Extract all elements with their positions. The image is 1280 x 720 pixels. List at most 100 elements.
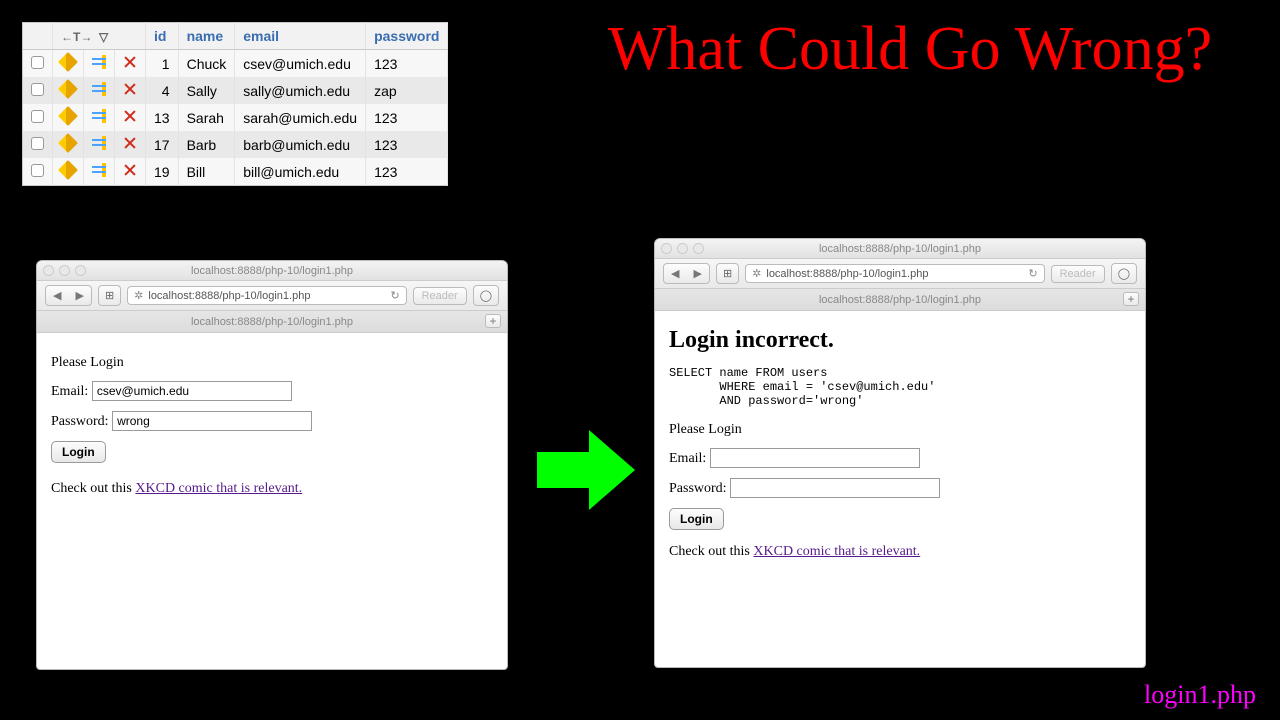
browser-toolbar: ◀▶ ⊞ ✲ localhost:8888/php-10/login1.php … [37,281,507,311]
window-titlebar: localhost:8888/php-10/login1.php [37,261,507,281]
reload-icon[interactable]: ↻ [1028,267,1037,280]
insert-icon[interactable] [92,109,106,123]
slide-title: What Could Go Wrong? [560,14,1260,85]
users-table: ←T→ ▽ id name email password 1Chuckcsev@… [22,22,448,186]
nav-back-forward[interactable]: ◀▶ [45,285,92,306]
traffic-lights[interactable] [43,265,86,276]
browser-window-before: localhost:8888/php-10/login1.php ◀▶ ⊞ ✲ … [36,260,508,670]
page-body-after: Login incorrect. SELECT name FROM users … [655,311,1145,582]
delete-icon[interactable] [123,55,137,69]
cell-email: csev@umich.edu [235,50,366,78]
downloads-button[interactable]: ◯ [473,285,499,306]
password-label: Password: [51,414,109,429]
edit-icon[interactable] [58,106,78,126]
arrow-right-icon [537,430,635,510]
login-button[interactable]: Login [51,441,106,463]
xkcd-link[interactable]: XKCD comic that is relevant. [135,481,302,496]
cell-password: 123 [366,104,448,131]
nav-back-forward[interactable]: ◀▶ [663,263,710,284]
row-checkbox[interactable] [31,137,44,150]
col-email[interactable]: email [235,23,366,50]
cell-name: Sarah [178,104,235,131]
footer-text: Check out this [51,481,135,496]
traffic-lights[interactable] [661,243,704,254]
window-title: localhost:8888/php-10/login1.php [819,243,981,255]
browser-window-after: localhost:8888/php-10/login1.php ◀▶ ⊞ ✲ … [654,238,1146,668]
email-input[interactable] [710,448,920,468]
cell-id: 4 [146,77,179,104]
edit-icon[interactable] [58,160,78,180]
footer-text: Check out this [669,544,753,559]
table-row: 19Billbill@umich.edu123 [23,158,448,186]
edit-icon[interactable] [58,133,78,153]
edit-icon[interactable] [58,79,78,99]
cell-name: Barb [178,131,235,158]
cell-password: 123 [366,158,448,186]
url-text: localhost:8888/php-10/login1.php [148,290,310,302]
bookmarks-button[interactable]: ⊞ [98,285,121,306]
new-tab-button[interactable]: + [1123,292,1139,306]
reload-icon[interactable]: ↻ [390,289,399,302]
cell-email: sally@umich.edu [235,77,366,104]
insert-icon[interactable] [92,136,106,150]
table-row: 1Chuckcsev@umich.edu123 [23,50,448,78]
slide-footer: login1.php [1144,680,1256,710]
cell-name: Bill [178,158,235,186]
browser-toolbar: ◀▶ ⊞ ✲ localhost:8888/php-10/login1.php … [655,259,1145,289]
table-row: 13Sarahsarah@umich.edu123 [23,104,448,131]
tab-bar: localhost:8888/php-10/login1.php + [655,289,1145,311]
cell-password: 123 [366,50,448,78]
col-id[interactable]: id [146,23,179,50]
table-row: 4Sallysally@umich.eduzap [23,77,448,104]
cell-name: Chuck [178,50,235,78]
cell-id: 13 [146,104,179,131]
row-checkbox[interactable] [31,83,44,96]
insert-icon[interactable] [92,163,106,177]
password-label: Password: [669,481,727,496]
reader-button[interactable]: Reader [413,287,467,305]
login-incorrect-heading: Login incorrect. [669,327,1131,354]
delete-icon[interactable] [123,136,137,150]
url-bar[interactable]: ✲ localhost:8888/php-10/login1.php ↻ [127,286,406,305]
cell-id: 1 [146,50,179,78]
insert-icon[interactable] [92,82,106,96]
xkcd-link[interactable]: XKCD comic that is relevant. [753,544,920,559]
delete-icon[interactable] [123,163,137,177]
col-checkbox [23,23,53,50]
cell-email: bill@umich.edu [235,158,366,186]
delete-icon[interactable] [123,109,137,123]
row-checkbox[interactable] [31,56,44,69]
edit-icon[interactable] [58,52,78,72]
delete-icon[interactable] [123,82,137,96]
tab-title[interactable]: localhost:8888/php-10/login1.php [191,316,353,328]
window-title: localhost:8888/php-10/login1.php [191,265,353,277]
insert-icon[interactable] [92,55,106,69]
site-icon: ✲ [134,289,143,302]
email-label: Email: [51,384,88,399]
url-text: localhost:8888/php-10/login1.php [766,268,928,280]
email-input[interactable] [92,381,292,401]
email-label: Email: [669,451,706,466]
url-bar[interactable]: ✲ localhost:8888/php-10/login1.php ↻ [745,264,1044,283]
please-login-text: Please Login [51,355,493,371]
downloads-button[interactable]: ◯ [1111,263,1137,284]
cell-password: 123 [366,131,448,158]
cell-email: barb@umich.edu [235,131,366,158]
row-checkbox[interactable] [31,164,44,177]
password-input[interactable] [112,411,312,431]
col-password[interactable]: password [366,23,448,50]
col-sort: ←T→ ▽ [53,23,146,50]
password-input[interactable] [730,478,940,498]
login-button[interactable]: Login [669,508,724,530]
bookmarks-button[interactable]: ⊞ [716,263,739,284]
row-checkbox[interactable] [31,110,44,123]
reader-button[interactable]: Reader [1051,265,1105,283]
window-titlebar: localhost:8888/php-10/login1.php [655,239,1145,259]
cell-password: zap [366,77,448,104]
new-tab-button[interactable]: + [485,314,501,328]
tab-title[interactable]: localhost:8888/php-10/login1.php [819,294,981,306]
table-row: 17Barbbarb@umich.edu123 [23,131,448,158]
col-name[interactable]: name [178,23,235,50]
site-icon: ✲ [752,267,761,280]
please-login-text: Please Login [669,422,1131,438]
